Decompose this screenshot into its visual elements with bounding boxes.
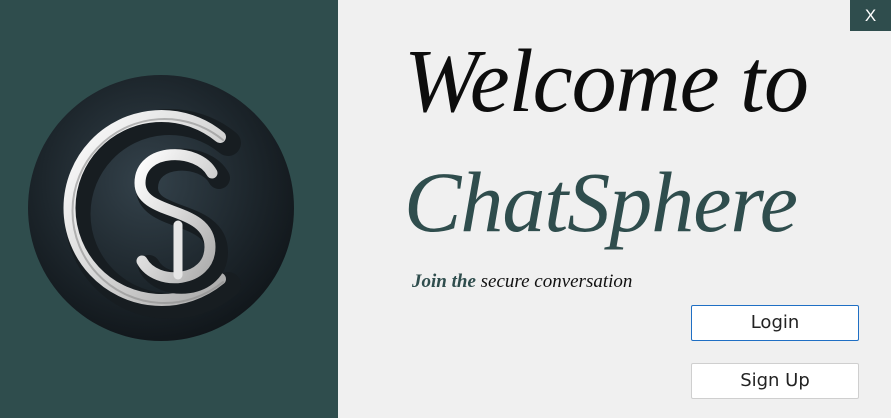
chatsphere-logo-icon <box>28 75 294 341</box>
tagline-accent: Join the <box>412 271 476 292</box>
sign-up-button[interactable]: Sign Up <box>691 363 859 399</box>
login-button[interactable]: Login <box>691 305 859 341</box>
close-button[interactable]: X <box>850 0 891 31</box>
tagline-text: secure conversation <box>475 271 633 292</box>
branding-panel <box>0 0 338 418</box>
tagline: Join the secure conversation <box>412 270 632 294</box>
app-name-heading: ChatSphere <box>404 154 798 250</box>
welcome-heading: Welcome to <box>404 32 809 131</box>
